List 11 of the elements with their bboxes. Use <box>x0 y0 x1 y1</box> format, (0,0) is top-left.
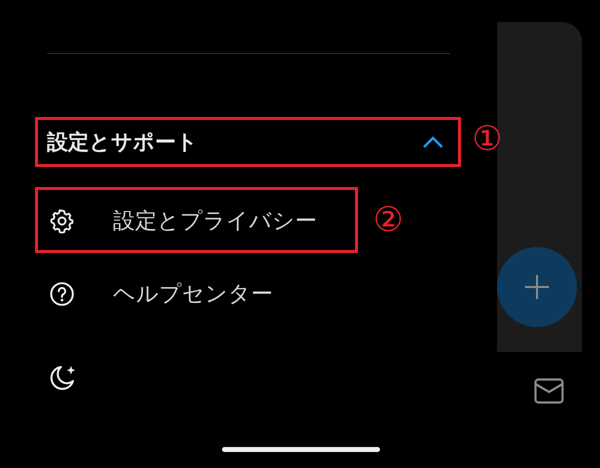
settings-icon <box>49 208 75 234</box>
moon-icon[interactable] <box>48 363 78 393</box>
plus-icon <box>524 274 550 300</box>
menu-item[interactable]: 設定とプライバシー <box>35 184 357 257</box>
help-icon <box>49 280 75 306</box>
mail-icon[interactable] <box>534 378 564 404</box>
chevron-icon <box>422 136 444 148</box>
step-number: ① <box>472 122 502 156</box>
section-header[interactable]: 設定とサポート <box>35 118 460 166</box>
step-number: ② <box>373 203 404 237</box>
menu-item[interactable]: ヘルプセンター <box>35 257 357 330</box>
